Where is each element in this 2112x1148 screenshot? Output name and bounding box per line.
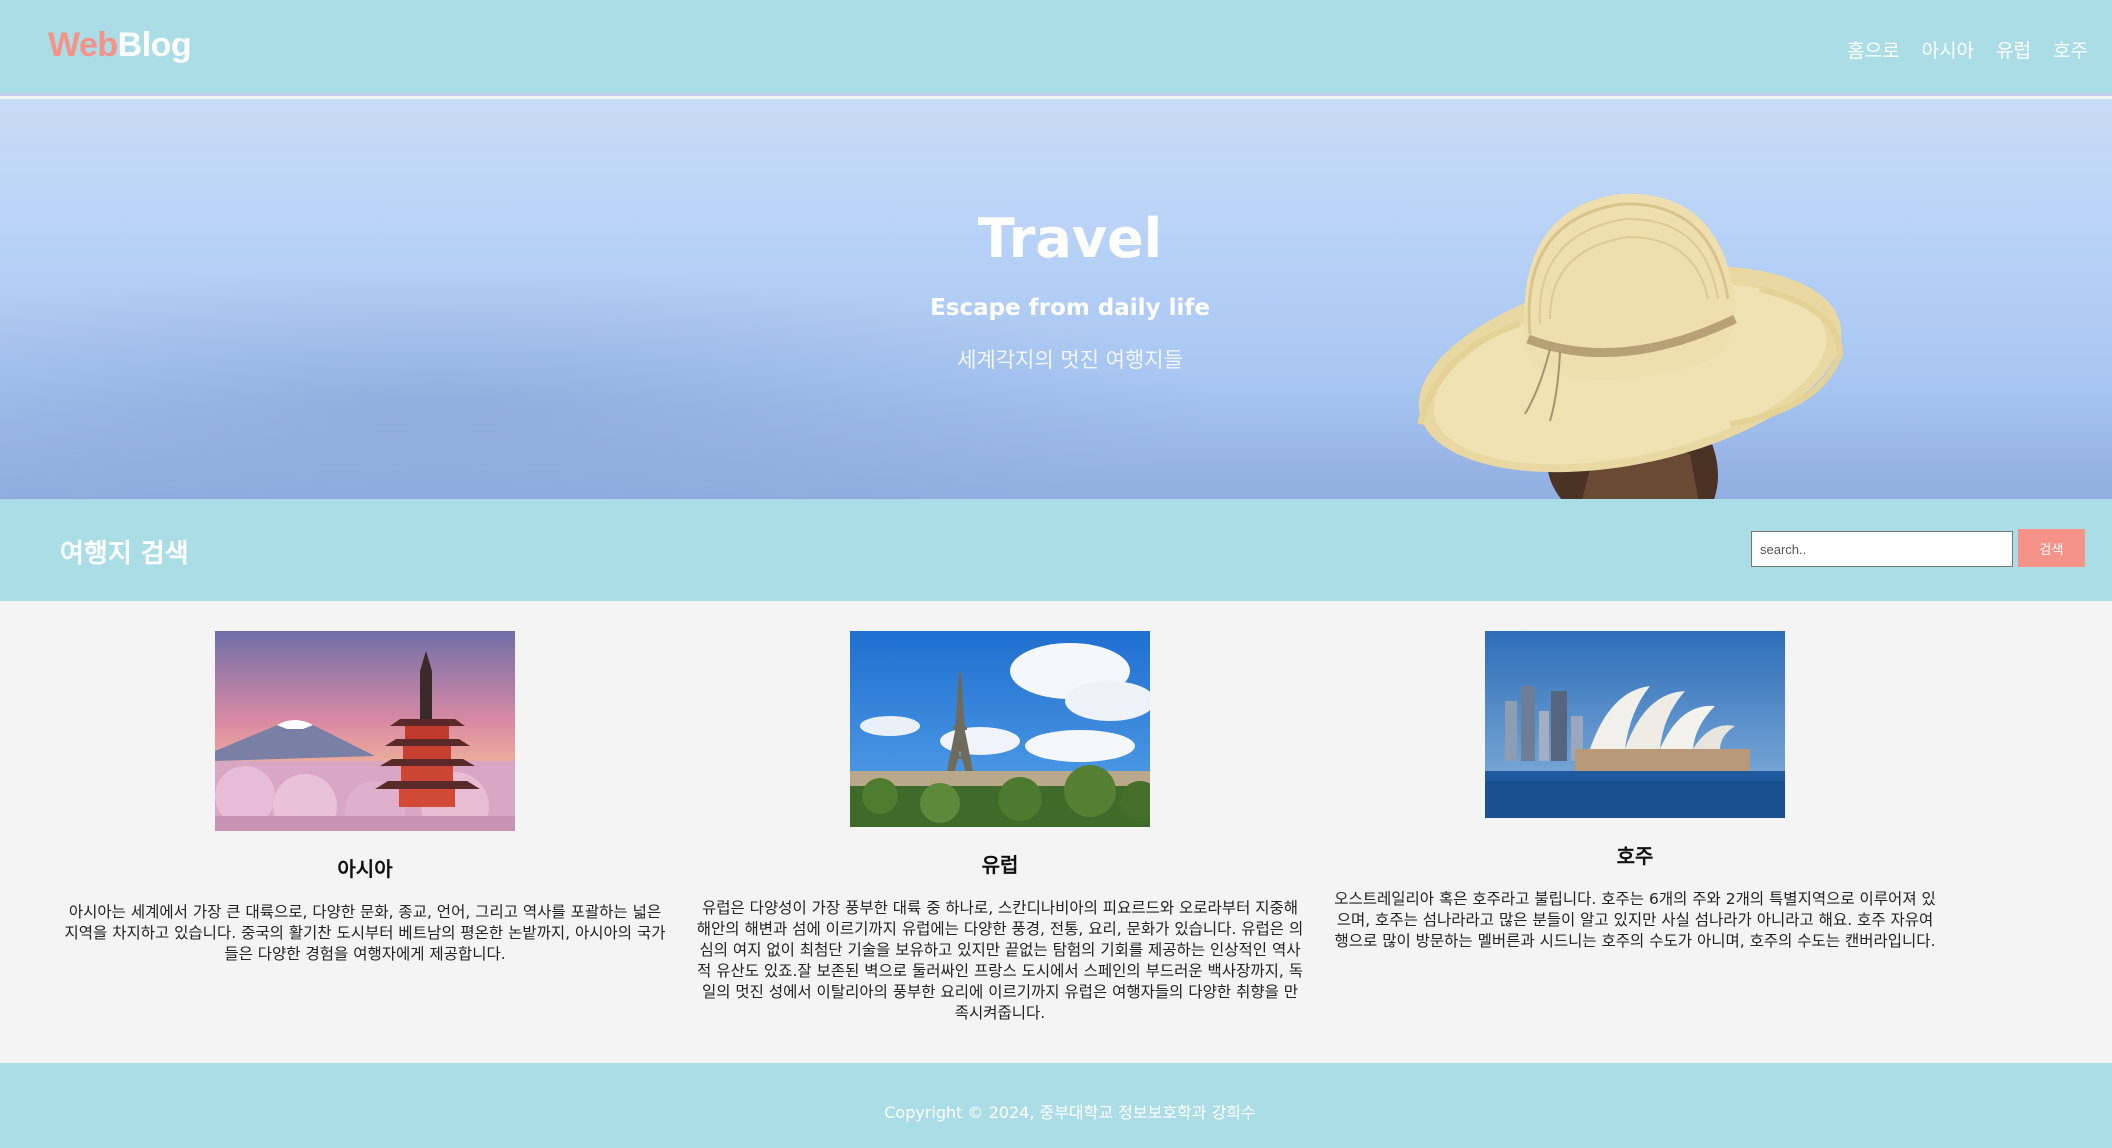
card-australia: 호주 오스트레일리아 혹은 호주라고 불립니다. 호주는 6개의 주와 2개의 … bbox=[1325, 631, 1945, 952]
europe-eiffel-image[interactable] bbox=[850, 631, 1150, 827]
logo-blog-text: Blog bbox=[117, 26, 192, 64]
search-button[interactable]: 검색 bbox=[2018, 529, 2085, 567]
footer-copyright: Copyright © 2024, 중부대학교 정보보호학과 강희수 bbox=[884, 1103, 1256, 1122]
hero-tagline: 세계각지의 멋진 여행지들 bbox=[957, 348, 1183, 372]
hero-banner: Travel Escape from daily life 세계각지의 멋진 여… bbox=[0, 99, 2112, 499]
search-input[interactable] bbox=[1751, 531, 2013, 567]
hero-title: Travel bbox=[977, 207, 1163, 270]
card-title-asia: 아시아 bbox=[337, 857, 393, 881]
search-section: 여행지 검색 검색 bbox=[0, 499, 2112, 601]
destination-cards: 아시아 아시아는 세계에서 가장 큰 대륙으로, 다양한 문화, 종교, 언어,… bbox=[0, 601, 2112, 1063]
search-section-title: 여행지 검색 bbox=[60, 539, 189, 569]
hero-subtitle: Escape from daily life bbox=[930, 295, 1210, 321]
site-logo[interactable]: WebBlog bbox=[48, 26, 192, 65]
card-europe: 유럽 유럽은 다양성이 가장 풍부한 대륙 중 하나로, 스칸디나비아의 피요르… bbox=[690, 631, 1310, 1024]
logo-web-text: Web bbox=[48, 26, 118, 64]
main-nav: 홈으로 아시아 유럽 호주 bbox=[1847, 36, 2088, 63]
asia-pagoda-image[interactable] bbox=[215, 631, 515, 831]
nav-australia-link[interactable]: 호주 bbox=[2053, 36, 2088, 63]
card-text-europe: 유럽은 다양성이 가장 풍부한 대륙 중 하나로, 스칸디나비아의 피요르드와 … bbox=[696, 899, 1304, 1022]
straw-hat-image bbox=[1417, 193, 1844, 499]
card-title-australia: 호주 bbox=[1616, 844, 1654, 868]
nav-europe-link[interactable]: 유럽 bbox=[1996, 36, 2031, 63]
card-title-europe: 유럽 bbox=[981, 853, 1019, 877]
site-header: WebBlog 홈으로 아시아 유럽 호주 bbox=[0, 0, 2112, 96]
nav-home-link[interactable]: 홈으로 bbox=[1847, 36, 1899, 63]
site-footer: Copyright © 2024, 중부대학교 정보보호학과 강희수 bbox=[0, 1063, 2112, 1148]
australia-opera-house-image[interactable] bbox=[1485, 631, 1785, 818]
nav-asia-link[interactable]: 아시아 bbox=[1922, 36, 1974, 63]
card-asia: 아시아 아시아는 세계에서 가장 큰 대륙으로, 다양한 문화, 종교, 언어,… bbox=[55, 631, 675, 965]
card-text-australia: 오스트레일리아 혹은 호주라고 불립니다. 호주는 6개의 주와 2개의 특별지… bbox=[1334, 890, 1936, 950]
card-text-asia: 아시아는 세계에서 가장 큰 대륙으로, 다양한 문화, 종교, 언어, 그리고… bbox=[64, 903, 666, 963]
